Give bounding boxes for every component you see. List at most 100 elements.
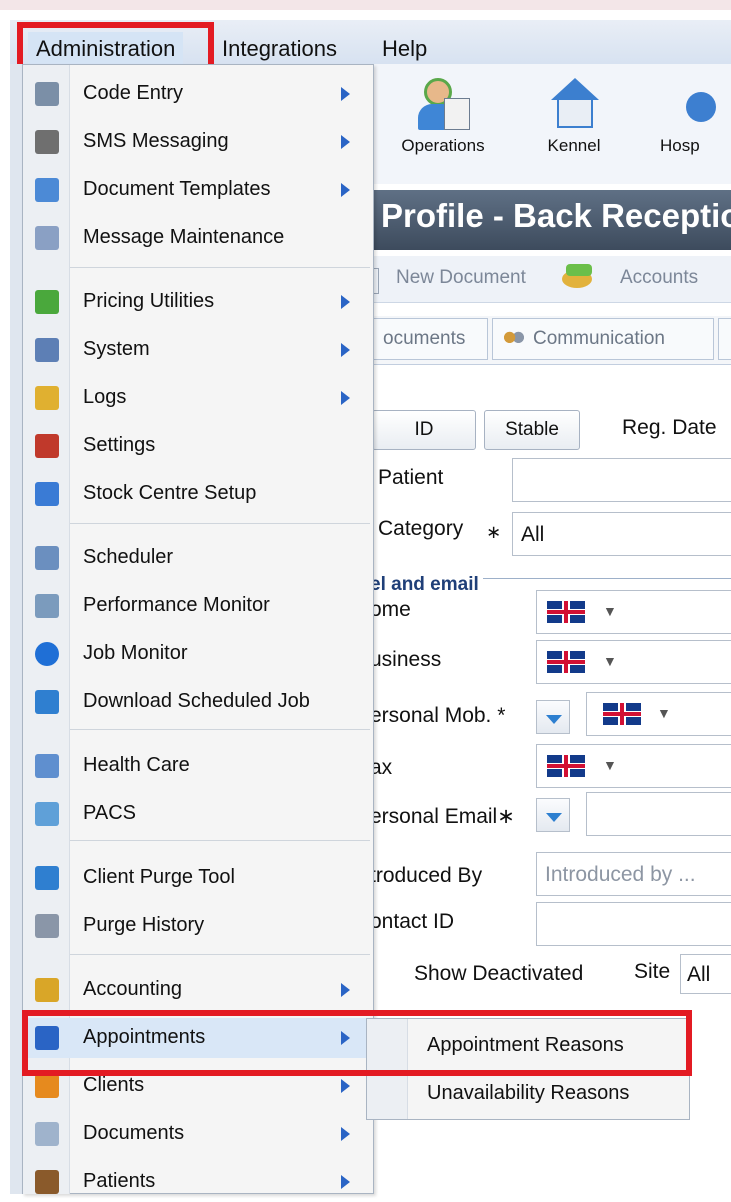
menu-integrations[interactable]: Integrations xyxy=(214,32,345,66)
menu-item-label: Message Maintenance xyxy=(83,226,285,248)
menu-item-documents[interactable]: Documents xyxy=(23,1114,373,1154)
menu-item-pacs[interactable]: PACS xyxy=(23,794,373,834)
menu-item-label: Job Monitor xyxy=(83,642,188,664)
hospital-icon xyxy=(684,76,731,132)
tab-documents-label: ocuments xyxy=(383,328,466,349)
menu-separator xyxy=(70,729,370,730)
stable-button[interactable]: Stable xyxy=(484,410,580,450)
people-icon xyxy=(503,331,525,347)
tab-documents[interactable]: ocuments xyxy=(372,318,488,360)
menu-item-label: Health Care xyxy=(83,754,190,776)
submenu-arrow-icon xyxy=(341,983,350,997)
menu-item-patients[interactable]: Patients xyxy=(23,1162,373,1202)
menu-item-message-maintenance[interactable]: Message Maintenance xyxy=(23,218,373,258)
site-select[interactable]: All xyxy=(680,954,731,994)
menu-item-accounting[interactable]: Accounting xyxy=(23,970,373,1010)
show-deactivated-label[interactable]: Show Deactivated xyxy=(414,962,583,986)
menu-item-system[interactable]: System xyxy=(23,330,373,370)
menu-item-document-templates[interactable]: Document Templates xyxy=(23,170,373,210)
accounts-button[interactable]: Accounts xyxy=(620,267,698,289)
menu-item-code-entry[interactable]: Code Entry xyxy=(23,74,373,114)
new-document-button[interactable]: New Document xyxy=(396,267,526,289)
category-select[interactable]: All xyxy=(512,512,731,556)
operations-button[interactable]: Operations xyxy=(388,70,498,156)
menu-item-label: Logs xyxy=(83,386,127,408)
menu-help[interactable]: Help xyxy=(374,32,435,66)
contact-id-field[interactable] xyxy=(536,902,731,946)
uk-flag-icon xyxy=(547,601,585,623)
menu-item-purge-history[interactable]: Purge History xyxy=(23,906,373,946)
menu-item-stock-centre-setup[interactable]: Stock Centre Setup xyxy=(23,474,373,514)
menu-item-performance-monitor[interactable]: Performance Monitor xyxy=(23,586,373,626)
purge-history-icon xyxy=(35,914,59,938)
menu-item-scheduler[interactable]: Scheduler xyxy=(23,538,373,578)
tab-communication-label: Communication xyxy=(533,328,665,349)
message-icon xyxy=(35,226,59,250)
fax-country-select[interactable]: ▼ xyxy=(536,744,731,788)
fieldset-legend: el and email xyxy=(370,574,483,596)
introduced-by-field[interactable]: Introduced by ... xyxy=(536,852,731,896)
uk-flag-icon xyxy=(547,651,585,673)
pacs-icon xyxy=(35,802,59,826)
submenu-item-unavailability-reasons[interactable]: Unavailability Reasons xyxy=(427,1082,629,1105)
menu-item-label: Purge History xyxy=(83,914,205,936)
submenu-arrow-icon xyxy=(341,295,350,309)
uk-flag-icon xyxy=(603,703,641,725)
menu-separator xyxy=(70,267,370,268)
hospital-label: Hosp xyxy=(660,136,700,155)
patient-field[interactable] xyxy=(512,458,731,502)
menu-item-label: SMS Messaging xyxy=(83,130,229,152)
menu-item-label: Pricing Utilities xyxy=(83,290,215,312)
accounting-icon xyxy=(35,978,59,1002)
accounts-icon xyxy=(560,262,594,292)
uk-flag-icon xyxy=(547,755,585,777)
menu-item-label: Accounting xyxy=(83,978,182,1000)
chevron-down-icon: ▼ xyxy=(603,653,617,669)
tab-communication[interactable]: Communication xyxy=(492,318,714,360)
stable-button-label: Stable xyxy=(505,419,559,440)
personal-email-field[interactable] xyxy=(586,792,731,836)
menu-item-download-scheduled-job[interactable]: Download Scheduled Job xyxy=(23,682,373,722)
reg-date-label: Reg. Date xyxy=(622,416,717,439)
menu-item-client-purge-tool[interactable]: Client Purge Tool xyxy=(23,858,373,898)
menu-item-label: Scheduler xyxy=(83,546,174,568)
clock-icon xyxy=(35,690,59,714)
menu-item-sms-messaging[interactable]: SMS Messaging xyxy=(23,122,373,162)
submenu-arrow-icon xyxy=(341,87,350,101)
personal-email-dropdown-button[interactable] xyxy=(536,798,570,832)
chevron-down-icon: ▼ xyxy=(603,757,617,773)
personal-mobile-dropdown-button[interactable] xyxy=(536,700,570,734)
menu-item-health-care[interactable]: Health Care xyxy=(23,746,373,786)
home-phone-country-select[interactable]: ▼ xyxy=(536,590,731,634)
menu-item-job-monitor[interactable]: Job Monitor xyxy=(23,634,373,674)
tab-next[interactable] xyxy=(718,318,731,360)
personal-email-label: ersonal Email∗ xyxy=(370,805,515,828)
menu-item-label: Patients xyxy=(83,1170,156,1192)
menu-item-settings[interactable]: Settings xyxy=(23,426,373,466)
menu-item-pricing-utilities[interactable]: Pricing Utilities xyxy=(23,282,373,322)
id-button[interactable]: ID xyxy=(372,410,476,450)
kennel-button[interactable]: Kennel xyxy=(526,70,622,156)
menu-item-label: Download Scheduled Job xyxy=(83,690,310,712)
page-title: Profile - Back Receptio xyxy=(381,197,731,234)
submenu-arrow-icon xyxy=(341,1079,350,1093)
menu-item-label: Clients xyxy=(83,1074,145,1096)
introduced-by-label: troduced By xyxy=(370,864,483,887)
category-value: All xyxy=(521,523,545,546)
menu-separator xyxy=(70,954,370,955)
personal-mobile-label: ersonal Mob. * xyxy=(370,704,506,727)
operations-icon xyxy=(416,76,470,132)
hospital-button[interactable]: Hosp xyxy=(660,70,731,156)
menu-item-logs[interactable]: Logs xyxy=(23,378,373,418)
menu-item-label: PACS xyxy=(83,802,136,824)
business-phone-country-select[interactable]: ▼ xyxy=(536,640,731,684)
code-entry-icon xyxy=(35,82,59,106)
info-icon xyxy=(35,642,59,666)
chevron-down-icon: ▼ xyxy=(603,603,617,619)
kennel-label: Kennel xyxy=(547,136,601,155)
personal-mobile-country-select[interactable]: ▼ xyxy=(586,692,731,736)
menu-item-label: Client Purge Tool xyxy=(83,866,235,888)
site-label: Site xyxy=(634,960,671,983)
menu-separator xyxy=(70,840,370,841)
menu-item-label: Code Entry xyxy=(83,82,184,104)
